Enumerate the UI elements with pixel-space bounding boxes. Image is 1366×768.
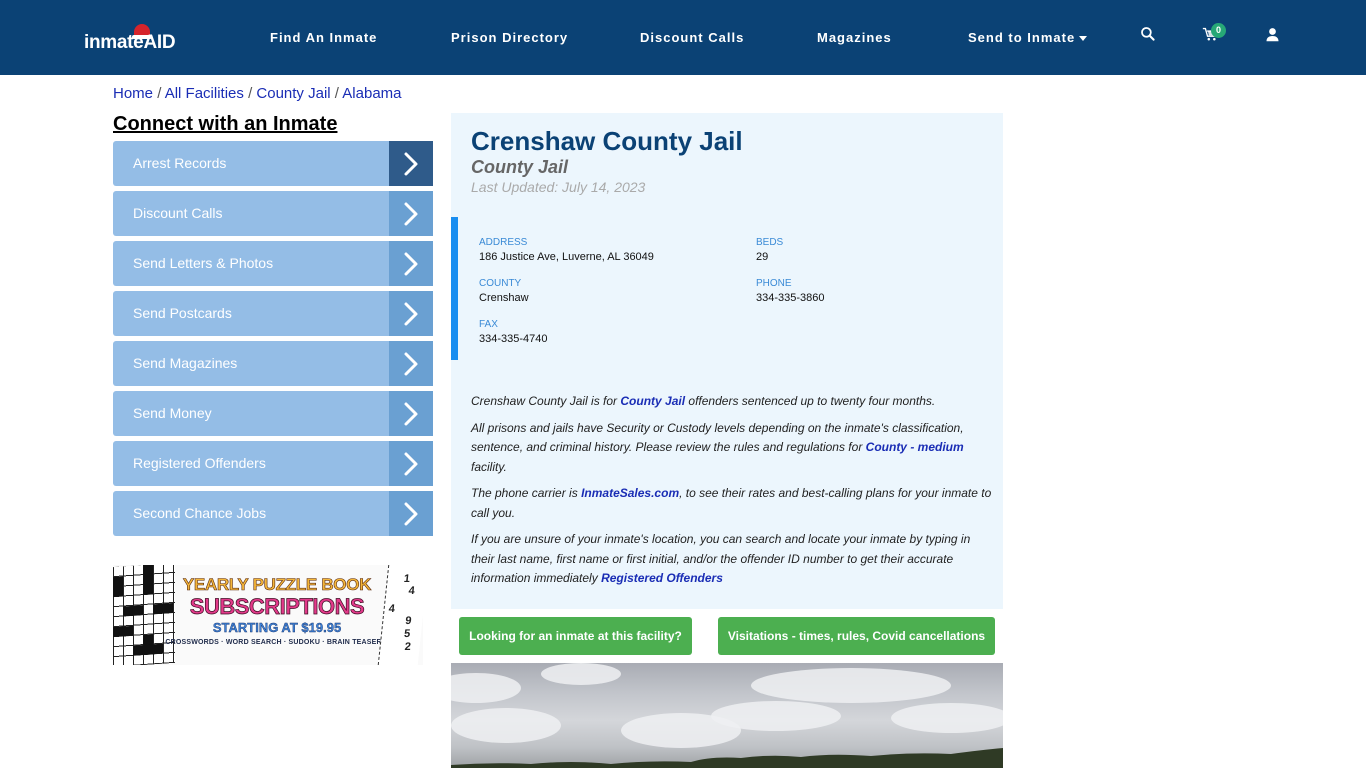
address-value: 186 Justice Ave, Luverne, AL 36049 [479, 251, 654, 263]
county-value: Crenshaw [479, 292, 529, 304]
chevron-right-icon [389, 441, 433, 486]
facility-description: Crenshaw County Jail is for County Jail … [471, 392, 996, 596]
breadcrumb-all-facilities[interactable]: All Facilities [165, 85, 244, 102]
chevron-right-icon [389, 491, 433, 536]
nav-prison-directory[interactable]: Prison Directory [451, 30, 568, 45]
search-icon[interactable] [1140, 26, 1160, 46]
facility-name: Crenshaw County Jail [471, 126, 743, 156]
county-jail-link[interactable]: County Jail [620, 394, 685, 408]
county-label: COUNTY [479, 278, 522, 289]
puzzle-book-ad-banner[interactable]: YEARLY PUZZLE BOOK SUBSCRIPTIONS STARTIN… [113, 565, 423, 665]
nav-send-to-inmate-label: Send to Inmate [968, 30, 1076, 45]
phone-value: 334-335-3860 [756, 292, 825, 304]
chevron-right-icon [389, 291, 433, 336]
breadcrumb-separator: / [248, 85, 253, 102]
description-paragraph: If you are unsure of your inmate's locat… [471, 532, 971, 585]
description-paragraph: The phone carrier is InmateSales.com, to… [471, 486, 992, 520]
caret-down-icon [1079, 36, 1088, 42]
sidebar-item-send-money[interactable]: Send Money [113, 391, 433, 436]
breadcrumb-home[interactable]: Home [113, 85, 153, 102]
nav-magazines[interactable]: Magazines [817, 30, 892, 45]
county-medium-link[interactable]: County - medium [866, 440, 964, 454]
address-field: ADDRESS 186 Justice Ave, Luverne, AL 360… [479, 237, 654, 263]
last-updated: Last Updated: July 14, 2023 [471, 179, 646, 195]
sidebar-title: Connect with an Inmate [113, 113, 338, 135]
ad-tagline: CROSSWORDS · WORD SEARCH · SUDOKU · BRAI… [165, 639, 387, 646]
facility-card: Crenshaw County Jail County Jail Last Up… [451, 113, 1003, 609]
registered-offenders-link[interactable]: Registered Offenders [601, 571, 723, 585]
nav-discount-calls[interactable]: Discount Calls [640, 30, 744, 45]
sidebar-item-label: Arrest Records [133, 155, 227, 171]
sidebar-item-discount-calls[interactable]: Discount Calls [113, 191, 433, 236]
sidebar-item-second-chance-jobs[interactable]: Second Chance Jobs [113, 491, 433, 536]
sudoku-grid-graphic: 1 4 4 9 5 2 [377, 565, 423, 665]
address-label: ADDRESS [479, 237, 528, 248]
sidebar-item-registered-offenders[interactable]: Registered Offenders [113, 441, 433, 486]
crossword-grid-graphic [113, 565, 175, 665]
chevron-right-icon [389, 191, 433, 236]
sidebar-menu: Arrest Records Discount Calls Send Lette… [113, 141, 433, 541]
treeline-graphic [451, 748, 1003, 768]
fax-label: FAX [479, 319, 498, 330]
nav-send-to-inmate[interactable]: Send to Inmate [968, 30, 1088, 45]
sidebar-item-send-postcards[interactable]: Send Postcards [113, 291, 433, 336]
beds-field: BEDS 29 [756, 237, 783, 263]
sidebar-item-arrest-records[interactable]: Arrest Records [113, 141, 433, 186]
sidebar-item-label: Send Letters & Photos [133, 255, 274, 271]
facility-type: County Jail [471, 157, 569, 177]
chevron-right-icon [389, 341, 433, 386]
inmatesales-link[interactable]: InmateSales.com [581, 486, 679, 500]
find-inmate-at-facility-button[interactable]: Looking for an inmate at this facility? [459, 617, 692, 655]
ad-subheadline: SUBSCRIPTIONS [189, 594, 365, 620]
breadcrumb-county-jail[interactable]: County Jail [256, 85, 330, 102]
sidebar-item-send-letters-photos[interactable]: Send Letters & Photos [113, 241, 433, 286]
cart-count-badge: 0 [1211, 23, 1226, 38]
breadcrumb-alabama[interactable]: Alabama [342, 85, 401, 102]
chevron-right-icon [389, 141, 433, 186]
user-icon[interactable] [1265, 26, 1285, 46]
logo-text: inmateAID [84, 32, 176, 53]
sidebar-item-send-magazines[interactable]: Send Magazines [113, 341, 433, 386]
nav-find-an-inmate[interactable]: Find An Inmate [270, 30, 377, 45]
description-paragraph: All prisons and jails have Security or C… [471, 420, 964, 474]
sidebar-item-label: Send Money [133, 405, 212, 421]
phone-label: PHONE [756, 278, 792, 289]
visitations-button[interactable]: Visitations - times, rules, Covid cancel… [718, 617, 995, 655]
breadcrumb: Home / All Facilities / County Jail / Al… [113, 85, 402, 102]
sidebar-item-label: Registered Offenders [133, 455, 266, 471]
breadcrumb-separator: / [157, 85, 162, 102]
phone-field: PHONE 334-335-3860 [756, 278, 825, 304]
facility-info-box: ADDRESS 186 Justice Ave, Luverne, AL 360… [451, 217, 1003, 360]
ad-headline: YEARLY PUZZLE BOOK [182, 575, 372, 595]
chevron-right-icon [389, 391, 433, 436]
county-field: COUNTY Crenshaw [479, 278, 529, 304]
sidebar-item-label: Discount Calls [133, 205, 223, 221]
fax-field: FAX 334-335-4740 [479, 319, 548, 345]
top-navbar: inmateAID Find An Inmate Prison Director… [0, 0, 1366, 75]
beds-label: BEDS [756, 237, 784, 248]
sidebar-item-label: Send Postcards [133, 305, 232, 321]
chevron-right-icon [389, 241, 433, 286]
sidebar-item-label: Second Chance Jobs [133, 505, 267, 521]
breadcrumb-separator: / [334, 85, 339, 102]
sidebar-item-label: Send Magazines [133, 355, 238, 371]
ad-price: STARTING AT $19.95 [212, 620, 342, 635]
description-paragraph: Crenshaw County Jail is for County Jail … [471, 394, 936, 408]
fax-value: 334-335-4740 [479, 333, 548, 345]
facility-photo [451, 663, 1003, 768]
site-logo[interactable]: inmateAID [84, 22, 184, 58]
beds-value: 29 [756, 251, 769, 263]
